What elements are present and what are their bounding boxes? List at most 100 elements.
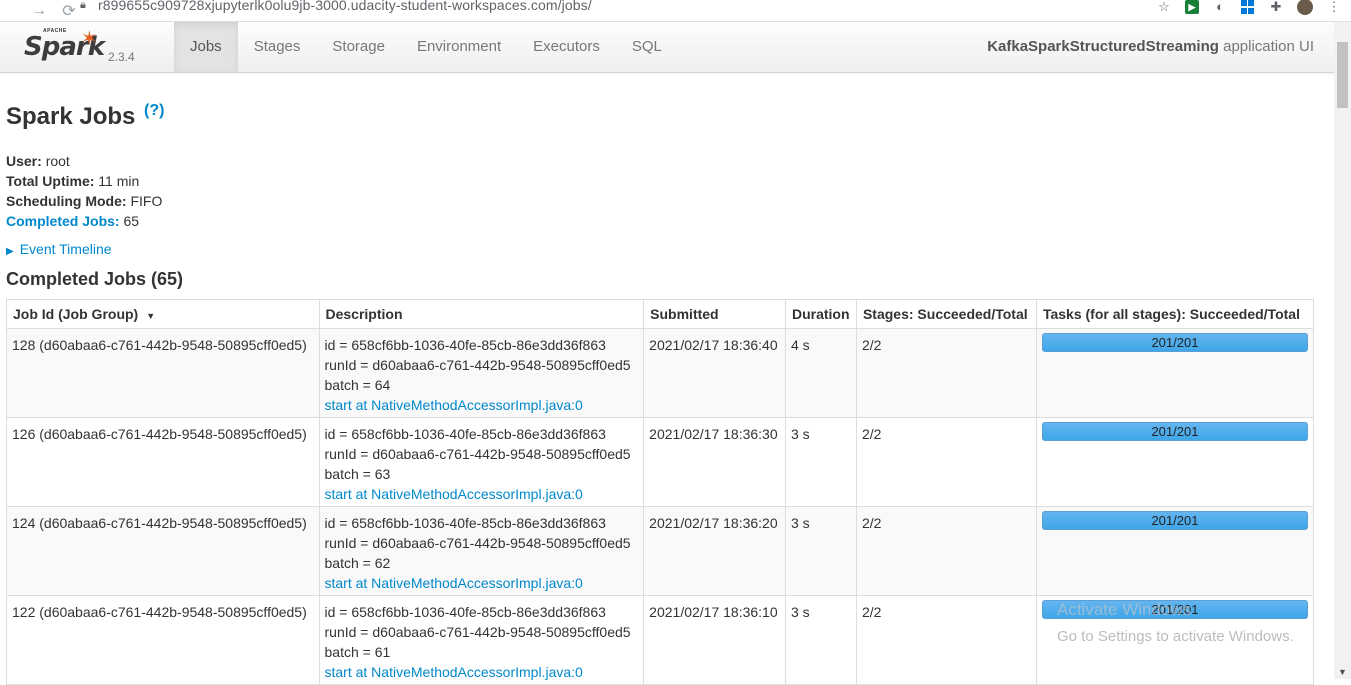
page-scrollbar[interactable]: ▼	[1334, 22, 1351, 679]
description-cell: id = 658cf6bb-1036-40fe-85cb-86e3dd36f86…	[318, 328, 645, 418]
desc-id: id = 658cf6bb-1036-40fe-85cb-86e3dd36f86…	[324, 426, 606, 442]
stages-cell: 2/2	[855, 595, 1037, 685]
nav-tabs: Jobs Stages Storage Environment Executor…	[174, 22, 678, 72]
tasks-progress-bar: 201/201	[1041, 333, 1308, 352]
duration-cell: 3 s	[784, 595, 857, 685]
address-bar[interactable]: r899655c909728xjupyterlk0olu9jb-3000.uda…	[98, 0, 592, 13]
watermark-line2: Go to Settings to activate Windows.	[1057, 628, 1294, 645]
forward-icon[interactable]: →	[28, 2, 50, 20]
extension-circle-icon[interactable]: ◐	[1213, 0, 1227, 14]
stages-cell: 2/2	[855, 506, 1037, 596]
completed-jobs-heading[interactable]: Completed Jobs (65)	[6, 269, 183, 290]
stages-cell: 2/2	[855, 417, 1037, 507]
tasks-cell: 201/201	[1035, 506, 1315, 596]
tab-environment[interactable]: Environment	[401, 22, 517, 72]
summary-completed: Completed Jobs: 65	[6, 211, 162, 231]
summary-uptime: Total Uptime: 11 min	[6, 171, 162, 191]
stages-cell: 2/2	[855, 328, 1037, 418]
help-link[interactable]: (?)	[144, 102, 164, 120]
description-cell: id = 658cf6bb-1036-40fe-85cb-86e3dd36f86…	[318, 595, 645, 685]
reload-icon[interactable]: ⟳	[58, 1, 80, 21]
tab-sql[interactable]: SQL	[616, 22, 678, 72]
submitted-cell: 2021/02/17 18:36:10	[643, 595, 786, 685]
submitted-cell: 2021/02/17 18:36:20	[643, 506, 786, 596]
desc-batch: batch = 62	[324, 555, 391, 571]
desc-runid: runId = d60abaa6-c761-442b-9548-50895cff…	[324, 357, 631, 373]
col-job-id-label: Job Id (Job Group)	[13, 306, 139, 322]
job-id-cell: 128 (d60abaa6-c761-442b-9548-50895cff0ed…	[6, 328, 320, 418]
bookmark-star-icon[interactable]: ☆	[1157, 0, 1171, 14]
desc-runid: runId = d60abaa6-c761-442b-9548-50895cff…	[324, 446, 631, 462]
duration-cell: 3 s	[784, 506, 857, 596]
desc-runid: runId = d60abaa6-c761-442b-9548-50895cff…	[324, 624, 631, 640]
summary-scheduling: Scheduling Mode: FIFO	[6, 191, 162, 211]
desc-batch: batch = 63	[324, 466, 391, 482]
uptime-value: 11 min	[98, 173, 140, 189]
duration-cell: 4 s	[784, 328, 857, 418]
completed-jobs-link[interactable]: Completed Jobs:	[6, 213, 120, 229]
event-timeline-label: Event Timeline	[19, 241, 112, 257]
tab-storage[interactable]: Storage	[316, 22, 401, 72]
col-duration[interactable]: Duration	[784, 299, 857, 329]
summary-user: User: root	[6, 151, 162, 171]
sort-desc-icon[interactable]: ▼	[146, 311, 155, 321]
job-summary: User: root Total Uptime: 11 min Scheduli…	[6, 151, 162, 231]
job-id-cell: 124 (d60abaa6-c761-442b-9548-50895cff0ed…	[6, 506, 320, 596]
expand-triangle-icon: ▶	[6, 246, 14, 257]
completed-jobs-count: 65	[123, 213, 140, 229]
app-title: KafkaSparkStructuredStreaming applicatio…	[987, 22, 1314, 72]
event-timeline-toggle[interactable]: ▶ Event Timeline	[6, 241, 112, 257]
tab-jobs[interactable]: Jobs	[174, 22, 238, 72]
browser-toolbar: → ⟳ 🔒︎ r899655c909728xjupyterlk0olu9jb-3…	[0, 0, 1351, 22]
tab-stages[interactable]: Stages	[238, 22, 317, 72]
profile-avatar[interactable]	[1297, 0, 1313, 15]
col-submitted[interactable]: Submitted	[643, 299, 786, 329]
page-title: Spark Jobs	[6, 103, 136, 130]
user-value: root	[45, 153, 70, 169]
description-cell: id = 658cf6bb-1036-40fe-85cb-86e3dd36f86…	[318, 506, 645, 596]
tasks-progress-bar: 201/201	[1041, 422, 1308, 441]
browser-extensions: ☆ ▶ ◐ ✚ ⋮	[1157, 0, 1341, 15]
col-stages[interactable]: Stages: Succeeded/Total	[855, 299, 1037, 329]
table-header-row: Job Id (Job Group) ▼ Description Submitte…	[6, 299, 1315, 329]
submitted-cell: 2021/02/17 18:36:30	[643, 417, 786, 507]
duration-cell: 3 s	[784, 417, 857, 507]
col-description[interactable]: Description	[318, 299, 645, 329]
desc-batch: batch = 64	[324, 377, 391, 393]
spark-navbar: APACHE Spark ✶ 2.3.4 Jobs Stages Storage…	[0, 22, 1334, 73]
scrollbar-thumb[interactable]	[1337, 42, 1348, 108]
tab-executors[interactable]: Executors	[517, 22, 616, 72]
table-row: 124 (d60abaa6-c761-442b-9548-50895cff0ed…	[6, 506, 1315, 596]
desc-id: id = 658cf6bb-1036-40fe-85cb-86e3dd36f86…	[324, 604, 606, 620]
job-detail-link[interactable]: start at NativeMethodAccessorImpl.java:0	[325, 575, 583, 591]
submitted-cell: 2021/02/17 18:36:40	[643, 328, 786, 418]
job-id-cell: 126 (d60abaa6-c761-442b-9548-50895cff0ed…	[6, 417, 320, 507]
lock-icon[interactable]: 🔒︎	[80, 0, 86, 12]
app-suffix: application UI	[1223, 38, 1314, 55]
extensions-puzzle-icon[interactable]: ✚	[1269, 0, 1283, 14]
watermark-line1: Activate Windows	[1057, 600, 1192, 619]
scroll-down-icon[interactable]: ▼	[1338, 667, 1347, 677]
tasks-cell: 201/201	[1035, 417, 1315, 507]
description-cell: id = 658cf6bb-1036-40fe-85cb-86e3dd36f86…	[318, 417, 645, 507]
desc-batch: batch = 61	[324, 644, 391, 660]
windows-icon[interactable]	[1241, 0, 1255, 14]
table-row: 126 (d60abaa6-c761-442b-9548-50895cff0ed…	[6, 417, 1315, 507]
job-detail-link[interactable]: start at NativeMethodAccessorImpl.java:0	[325, 397, 583, 413]
desc-id: id = 658cf6bb-1036-40fe-85cb-86e3dd36f86…	[324, 337, 606, 353]
scheduling-value: FIFO	[130, 193, 163, 209]
col-tasks[interactable]: Tasks (for all stages): Succeeded/Total	[1035, 299, 1315, 329]
tasks-cell: 201/201	[1035, 328, 1315, 418]
browser-menu-icon[interactable]: ⋮	[1327, 0, 1341, 14]
extension-green-icon[interactable]: ▶	[1185, 0, 1199, 14]
app-name: KafkaSparkStructuredStreaming	[987, 38, 1219, 55]
spark-logo[interactable]: APACHE Spark ✶	[24, 26, 105, 66]
uptime-label: Total Uptime:	[6, 173, 95, 189]
job-detail-link[interactable]: start at NativeMethodAccessorImpl.java:0	[325, 486, 583, 502]
job-id-cell: 122 (d60abaa6-c761-442b-9548-50895cff0ed…	[6, 595, 320, 685]
col-job-id[interactable]: Job Id (Job Group) ▼	[6, 299, 320, 329]
job-detail-link[interactable]: start at NativeMethodAccessorImpl.java:0	[325, 664, 583, 680]
table-row: 128 (d60abaa6-c761-442b-9548-50895cff0ed…	[6, 328, 1315, 418]
user-label: User:	[6, 153, 42, 169]
spark-version: 2.3.4	[108, 50, 135, 64]
